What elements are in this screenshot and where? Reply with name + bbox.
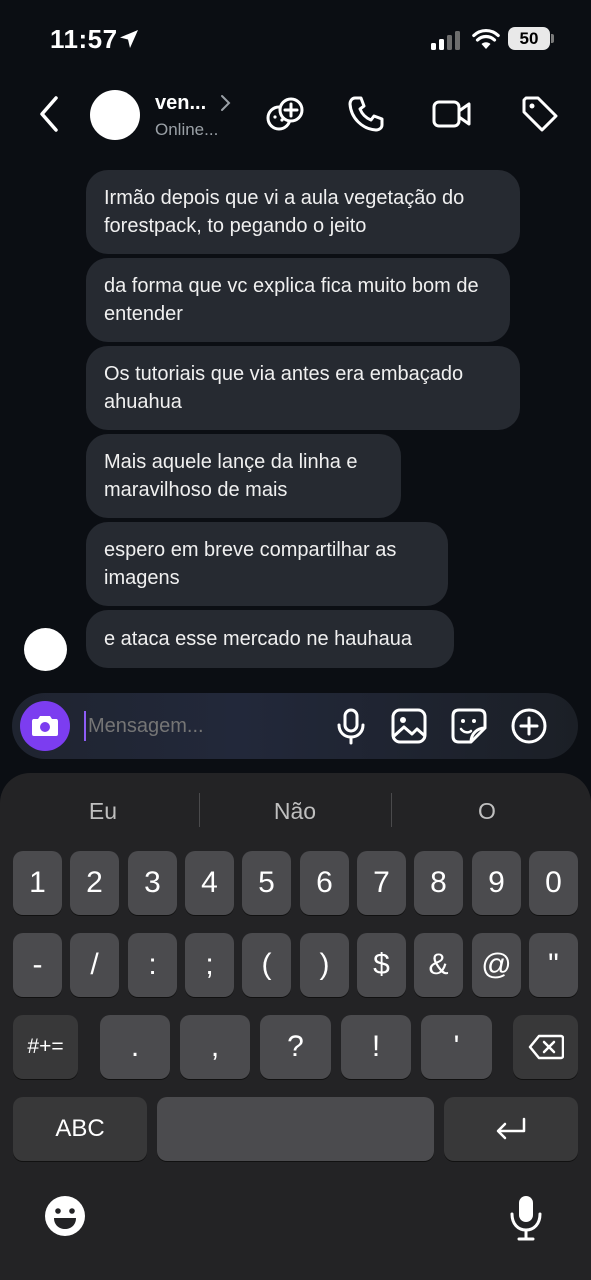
location-arrow-icon	[120, 30, 138, 48]
delete-key[interactable]	[513, 1015, 578, 1079]
predictive-bar: Eu Não O	[0, 773, 591, 845]
contact-status: Online...	[155, 120, 219, 139]
message-bubble[interactable]: da forma que vc explica fica muito bom d…	[86, 258, 510, 342]
key-2[interactable]: 2	[70, 851, 119, 915]
message-bubble[interactable]: Mais aquele lançe da linha e maravilhoso…	[86, 434, 401, 518]
key-at[interactable]: @	[472, 933, 521, 997]
gallery-image-icon[interactable]	[390, 707, 428, 745]
return-key[interactable]	[444, 1097, 578, 1161]
abc-key[interactable]: ABC	[13, 1097, 147, 1161]
message-list: Irmão depois que vi a aula vegetação do …	[0, 170, 591, 690]
return-arrow-icon	[496, 1117, 526, 1140]
suggestion-2[interactable]: Não	[200, 793, 390, 829]
key-close-paren[interactable]: )	[300, 933, 349, 997]
key-apostrophe[interactable]: '	[421, 1015, 492, 1079]
message-input[interactable]	[84, 711, 324, 741]
battery-tip	[551, 34, 554, 43]
sender-avatar[interactable]	[24, 628, 67, 671]
key-8[interactable]: 8	[414, 851, 463, 915]
key-question[interactable]: ?	[260, 1015, 331, 1079]
chevron-right-icon[interactable]	[219, 92, 233, 114]
camera-button[interactable]	[20, 701, 70, 751]
key-dollar[interactable]: $	[357, 933, 406, 997]
sticker-icon[interactable]	[450, 707, 488, 745]
status-time: 11:57	[50, 24, 118, 54]
wifi-icon	[472, 28, 500, 49]
add-people-icon[interactable]	[264, 94, 304, 134]
battery-indicator: 50	[508, 27, 550, 50]
message-composer	[12, 693, 578, 759]
key-5[interactable]: 5	[242, 851, 291, 915]
emoji-icon[interactable]	[43, 1194, 87, 1238]
key-4[interactable]: 4	[185, 851, 234, 915]
key-comma[interactable]: ,	[180, 1015, 250, 1079]
cellular-signal-icon	[431, 31, 460, 50]
key-6[interactable]: 6	[300, 851, 349, 915]
suggestion-1[interactable]: Eu	[8, 793, 198, 829]
key-7[interactable]: 7	[357, 851, 406, 915]
message-bubble[interactable]: e ataca esse mercado ne hauhaua	[86, 610, 454, 668]
status-bar: 11:57 50	[0, 0, 591, 78]
key-semicolon[interactable]: ;	[185, 933, 234, 997]
suggestion-3[interactable]: O	[392, 793, 582, 829]
key-exclamation[interactable]: !	[341, 1015, 411, 1079]
key-hyphen[interactable]: -	[13, 933, 62, 997]
key-ampersand[interactable]: &	[414, 933, 463, 997]
key-quote[interactable]: "	[529, 933, 578, 997]
message-bubble[interactable]: Os tutoriais que via antes era embaçado …	[86, 346, 520, 430]
message-bubble[interactable]: espero em breve compartilhar as imagens	[86, 522, 448, 606]
back-chevron-icon[interactable]	[32, 92, 68, 136]
phone-call-icon[interactable]	[346, 94, 386, 134]
video-call-icon[interactable]	[432, 94, 472, 134]
key-3[interactable]: 3	[128, 851, 177, 915]
key-slash[interactable]: /	[70, 933, 119, 997]
plus-circle-icon[interactable]	[510, 707, 548, 745]
key-period[interactable]: .	[100, 1015, 170, 1079]
chat-header: ven... Online...	[0, 78, 591, 170]
key-colon[interactable]: :	[128, 933, 177, 997]
key-9[interactable]: 9	[472, 851, 521, 915]
key-1[interactable]: 1	[13, 851, 62, 915]
space-key[interactable]	[157, 1097, 434, 1161]
symbols-toggle-key[interactable]: #+=	[13, 1015, 78, 1079]
microphone-icon[interactable]	[332, 707, 370, 745]
contact-name[interactable]: ven...	[155, 92, 206, 115]
dictation-mic-icon[interactable]	[508, 1194, 544, 1242]
backspace-icon	[528, 1034, 564, 1060]
key-open-paren[interactable]: (	[242, 933, 291, 997]
contact-avatar[interactable]	[90, 90, 140, 140]
tag-label-icon[interactable]	[520, 94, 560, 134]
camera-icon	[32, 716, 58, 736]
message-bubble[interactable]: Irmão depois que vi a aula vegetação do …	[86, 170, 520, 254]
key-0[interactable]: 0	[529, 851, 578, 915]
